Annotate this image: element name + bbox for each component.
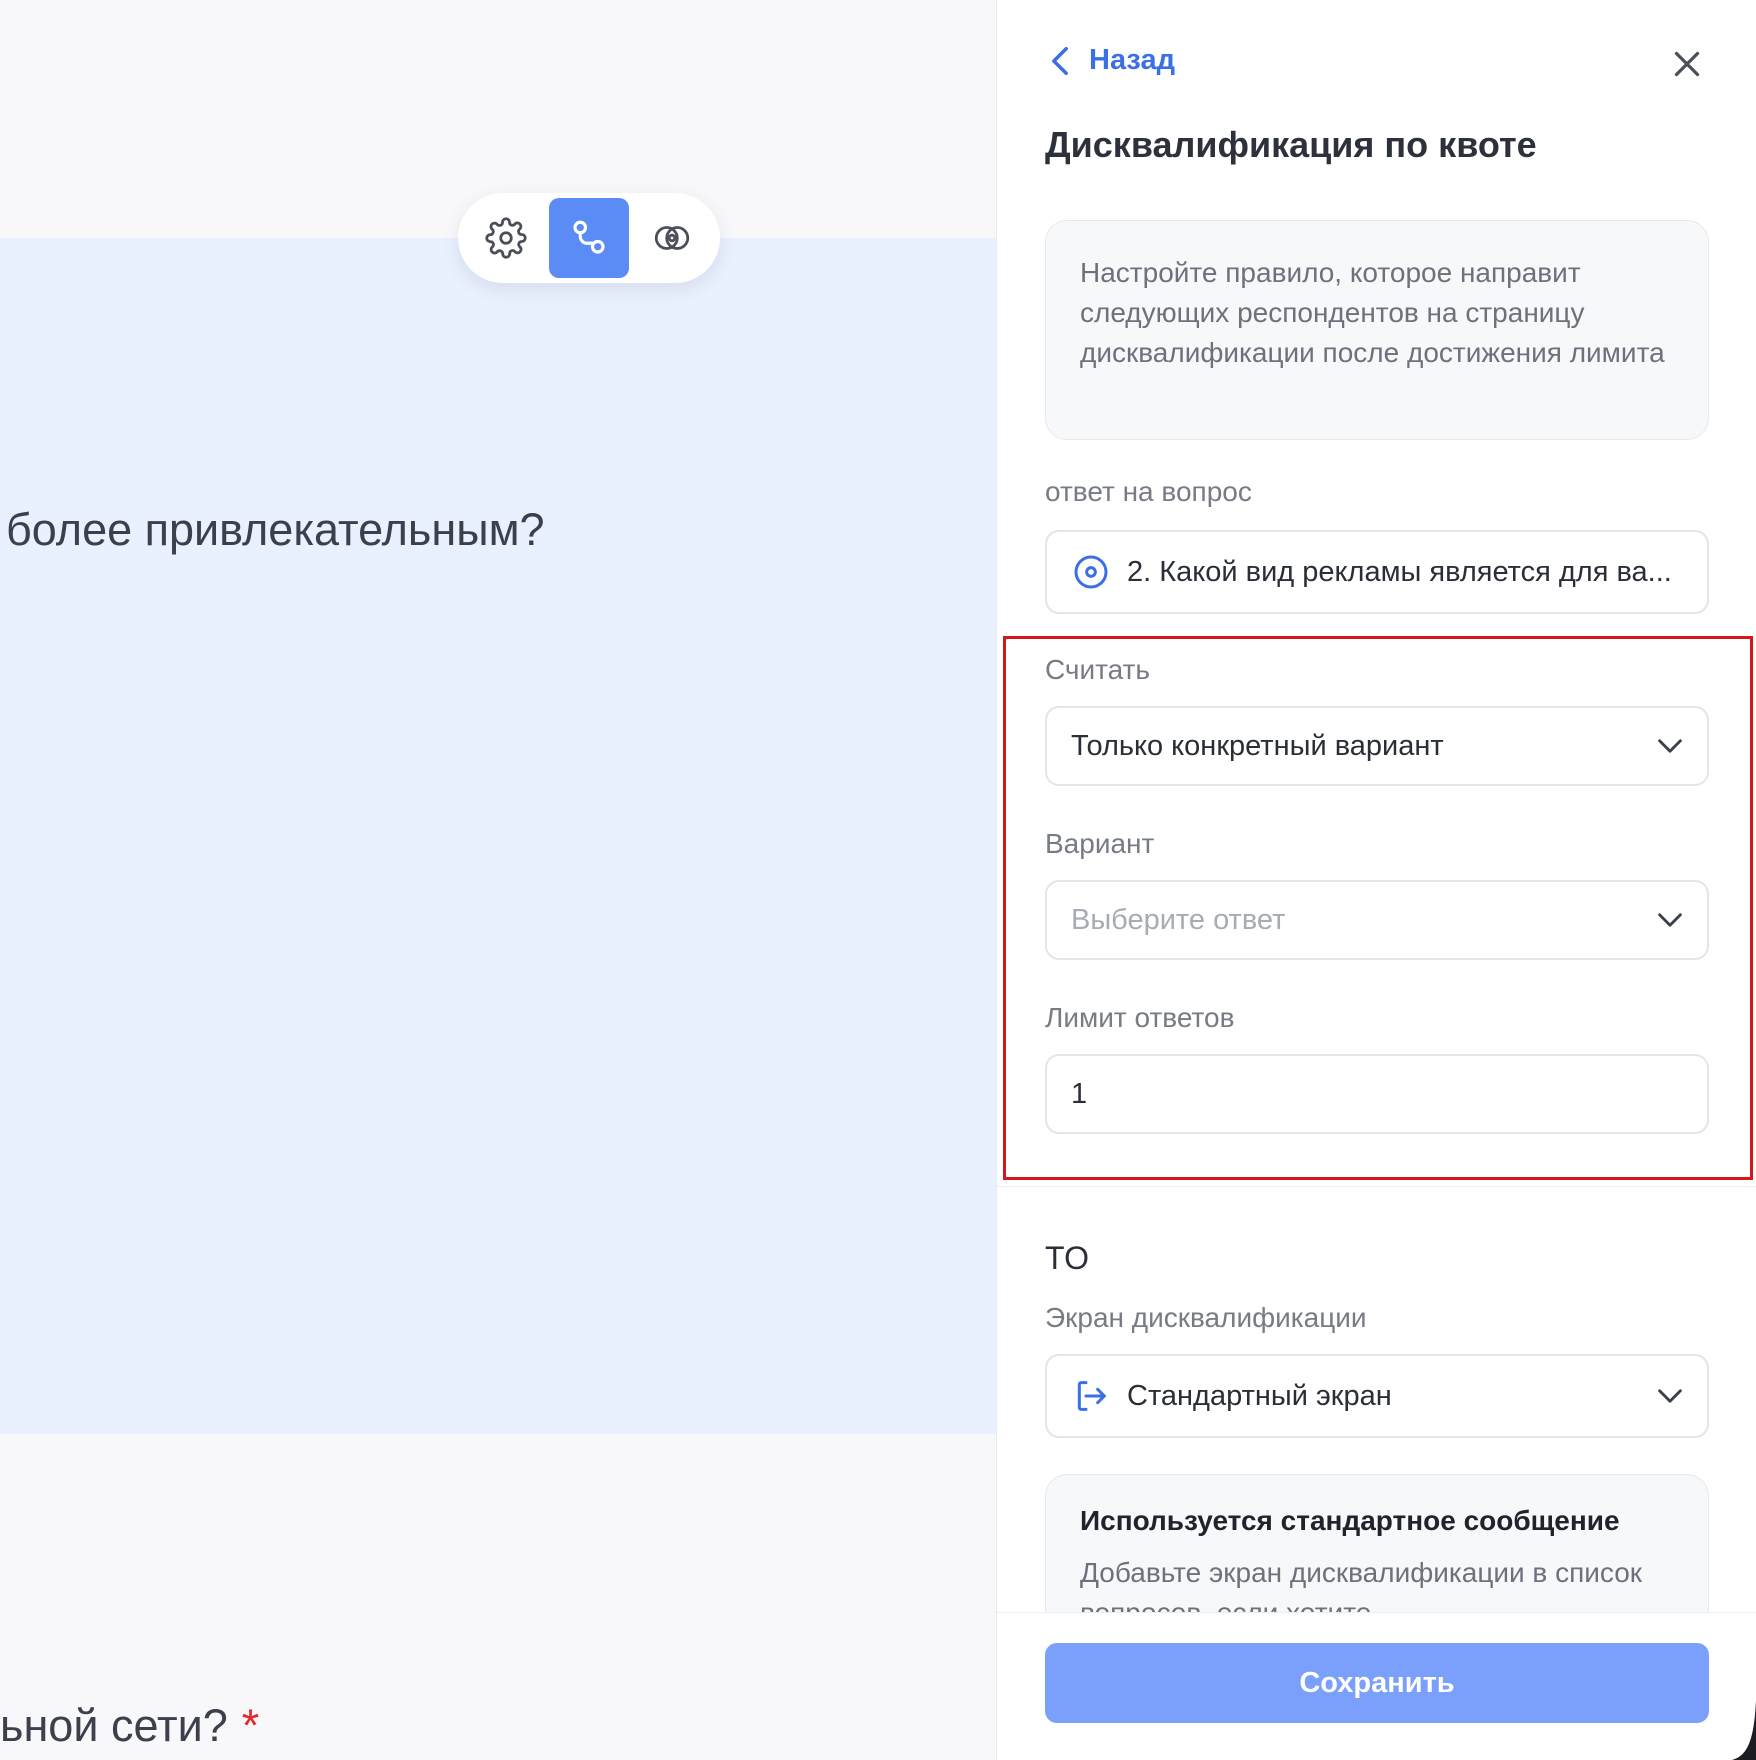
panel-title: Дисквалификация по квоте [1045,124,1537,165]
variant-select[interactable]: Выберите ответ [1045,880,1709,960]
chevron-down-icon [1658,739,1682,753]
variant-placeholder: Выберите ответ [1071,903,1286,936]
chevron-down-icon [1658,913,1682,927]
variant-label: Вариант [1045,828,1155,859]
question-title-next: ьной сети? * [0,1700,259,1752]
question-title: более привлекательным? [6,504,545,555]
survey-editor-canvas: более привлекательным? ьной сети? * [0,0,996,1760]
limit-label: Лимит ответов [1045,1002,1235,1033]
visibility-button[interactable] [633,198,712,278]
question-title-next-text: ьной сети? [0,1700,228,1751]
standard-message-title: Используется стандартное сообщение [1080,1505,1620,1536]
count-select[interactable]: Только конкретный вариант [1045,706,1709,786]
radio-question-icon [1074,555,1108,589]
count-value: Только конкретный вариант [1071,729,1444,762]
question-value: 2. Какой вид рекламы является для ва... [1127,555,1672,588]
screen-select[interactable]: Стандартный экран [1045,1354,1709,1438]
exit-screen-icon [1077,1381,1106,1411]
screen-label: Экран дисквалификации [1045,1302,1367,1333]
panel-edge-corner [1732,1700,1756,1760]
eye-icon [655,226,690,250]
standard-message-card: Используется стандартное сообщение Добав… [1045,1474,1709,1612]
settings-button[interactable] [466,198,545,278]
chevron-left-icon [1052,46,1068,75]
branch-logic-icon [573,220,605,254]
question-card[interactable] [0,238,996,1434]
then-section-title: ТО [1045,1240,1090,1276]
count-label: Считать [1045,654,1151,685]
limit-input[interactable]: 1 [1045,1054,1709,1134]
save-button[interactable]: Сохранить [1045,1643,1709,1723]
info-card: Настройте правило, которое направит след… [1045,220,1709,440]
standard-message-text: Добавьте экран дисквалификации в список … [1080,1557,1643,1612]
chevron-down-icon [1658,1389,1682,1403]
required-mark: * [241,1700,260,1751]
quota-disqualification-panel: Назад Дисквалификация по квоте Настройте… [996,0,1756,1760]
question-label: ответ на вопрос [1045,476,1252,507]
gear-icon [485,217,527,259]
close-icon[interactable] [1669,46,1705,82]
section-divider [997,1186,1756,1187]
limit-value: 1 [1071,1077,1088,1110]
back-button[interactable]: Назад [1047,44,1175,77]
question-toolbar [458,193,720,283]
screen-value: Стандартный экран [1127,1379,1392,1412]
panel-footer: Сохранить [997,1612,1756,1760]
panel-scroll-area[interactable]: Назад Дисквалификация по квоте Настройте… [997,0,1756,1612]
logic-button[interactable] [549,198,629,278]
back-label: Назад [1089,44,1175,76]
question-select[interactable]: 2. Какой вид рекламы является для ва... [1045,530,1709,614]
